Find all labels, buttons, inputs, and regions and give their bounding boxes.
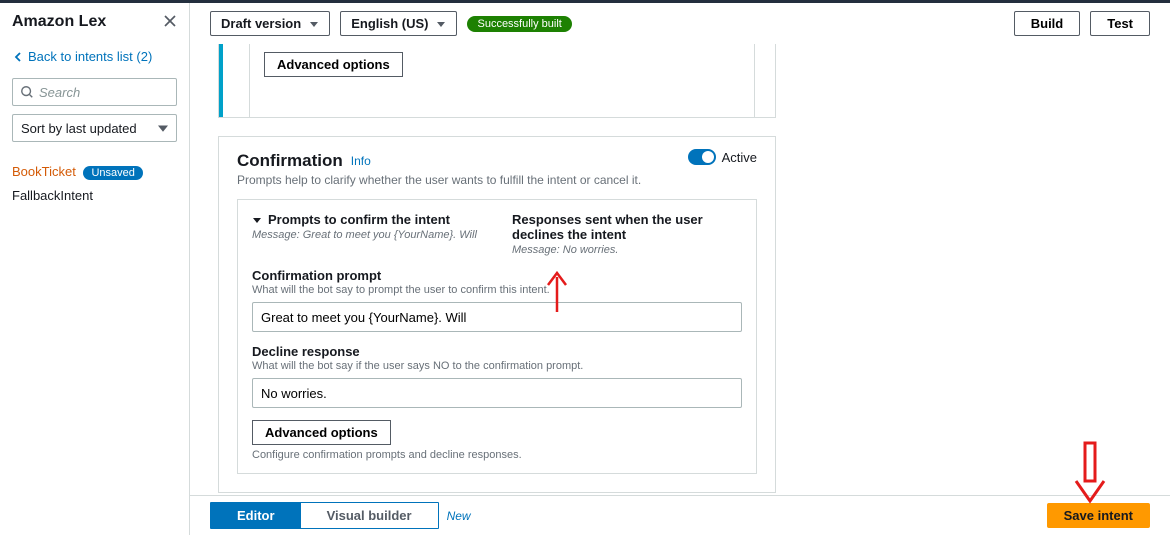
- intent-item-fallback[interactable]: FallbackIntent: [12, 184, 177, 207]
- active-label: Active: [722, 150, 757, 165]
- language-dropdown[interactable]: English (US): [340, 11, 457, 36]
- search-input[interactable]: [12, 78, 177, 106]
- decl-help: What will the bot say if the user says N…: [252, 360, 742, 372]
- version-label: Draft version: [221, 16, 301, 31]
- conf-prompt-help: What will the bot say to prompt the user…: [252, 284, 742, 296]
- back-label: Back to intents list (2): [28, 49, 152, 64]
- decline-msg-preview: Message: No worries.: [512, 244, 742, 256]
- confirmation-desc: Prompts help to clarify whether the user…: [237, 173, 757, 187]
- intent-list: BookTicket Unsaved FallbackIntent: [12, 160, 177, 207]
- caret-down-icon: [309, 19, 319, 29]
- back-to-intents-link[interactable]: Back to intents list (2): [12, 45, 177, 78]
- advanced-options-button[interactable]: Advanced options: [252, 420, 391, 445]
- confirmation-title: Confirmation: [237, 151, 343, 171]
- intent-item-bookticket[interactable]: BookTicket Unsaved: [12, 160, 177, 184]
- build-status-badge: Successfully built: [467, 16, 571, 32]
- prev-card-partial: Advanced options: [218, 44, 776, 118]
- prompts-expand[interactable]: Prompts to confirm the intent: [252, 212, 482, 227]
- intent-name: FallbackIntent: [12, 188, 93, 203]
- unsaved-badge: Unsaved: [83, 166, 142, 180]
- confirmation-subcard: Prompts to confirm the intent Message: G…: [237, 199, 757, 474]
- view-mode-segment: Editor Visual builder: [210, 502, 439, 529]
- build-button[interactable]: Build: [1014, 11, 1081, 36]
- chevron-left-icon: [12, 51, 24, 63]
- sort-select[interactable]: Sort by last updated: [12, 114, 177, 142]
- confirmation-prompt-input[interactable]: [252, 302, 742, 332]
- new-badge: New: [447, 509, 471, 523]
- adv-help: Configure confirmation prompts and decli…: [252, 449, 742, 461]
- close-icon[interactable]: [163, 14, 177, 31]
- sort-label: Sort by last updated: [21, 121, 137, 136]
- language-label: English (US): [351, 16, 428, 31]
- app-title: Amazon Lex: [12, 13, 106, 31]
- confirmation-card: Confirmation Info Prompts help to clarif…: [218, 136, 776, 493]
- prompts-msg-preview: Message: Great to meet you {YourName}. W…: [252, 229, 482, 241]
- prompts-head: Prompts to confirm the intent: [268, 212, 450, 227]
- advanced-options-button[interactable]: Advanced options: [264, 52, 403, 77]
- intent-name: BookTicket: [12, 164, 76, 179]
- save-intent-button[interactable]: Save intent: [1047, 503, 1150, 528]
- conf-prompt-label: Confirmation prompt: [252, 268, 742, 283]
- test-button[interactable]: Test: [1090, 11, 1150, 36]
- decl-label: Decline response: [252, 344, 742, 359]
- caret-down-icon: [436, 19, 446, 29]
- search-icon: [20, 85, 34, 99]
- footer-bar: Editor Visual builder New Save intent: [190, 495, 1170, 535]
- sidebar: Amazon Lex Back to intents list (2) Sort…: [0, 3, 190, 535]
- decline-head: Responses sent when the user declines th…: [512, 212, 742, 242]
- version-dropdown[interactable]: Draft version: [210, 11, 330, 36]
- confirmation-active-toggle[interactable]: [688, 149, 716, 165]
- info-link[interactable]: Info: [351, 154, 371, 168]
- chevron-down-icon: [158, 123, 168, 133]
- decline-response-input[interactable]: [252, 378, 742, 408]
- header-bar: Draft version English (US) Successfully …: [190, 3, 1170, 44]
- caret-down-icon: [252, 215, 262, 225]
- editor-tab[interactable]: Editor: [211, 503, 301, 528]
- visual-builder-tab[interactable]: Visual builder: [301, 503, 438, 528]
